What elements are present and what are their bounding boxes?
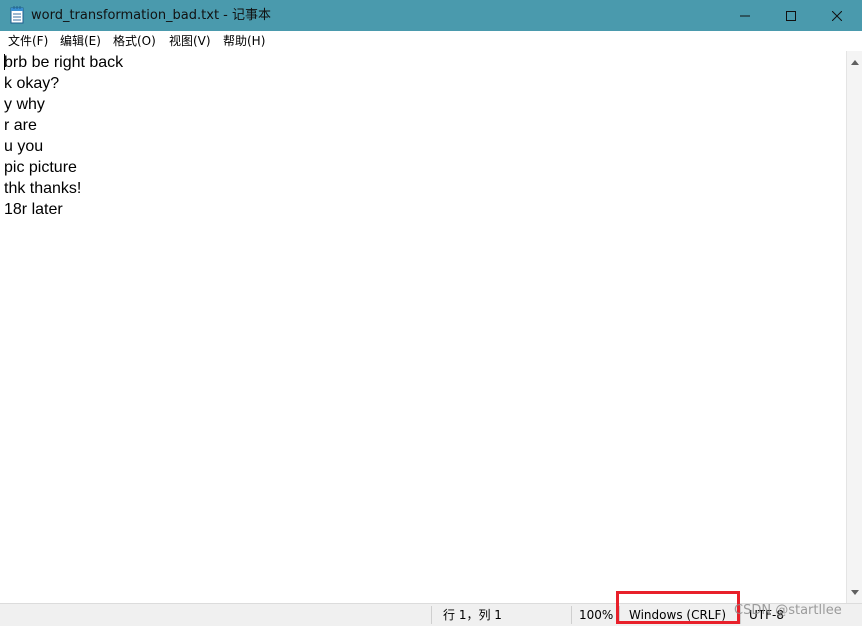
text-line: y why bbox=[4, 96, 45, 113]
line-ending-highlight bbox=[616, 591, 740, 624]
menu-view[interactable]: 视图(V) bbox=[169, 31, 211, 51]
text-line: k okay? bbox=[4, 75, 60, 92]
text-line: r are bbox=[4, 117, 37, 134]
text-editor[interactable]: brb be right back k okay? y why r are u … bbox=[0, 51, 846, 603]
text-caret bbox=[4, 54, 5, 70]
menu-format[interactable]: 格式(O) bbox=[113, 31, 156, 51]
window-title: word_transformation_bad.txt - 记事本 bbox=[31, 8, 271, 23]
text-line: pic picture bbox=[4, 159, 77, 176]
menu-edit[interactable]: 编辑(E) bbox=[60, 31, 101, 51]
scroll-down-icon bbox=[851, 589, 859, 595]
status-divider bbox=[571, 606, 572, 624]
menu-help[interactable]: 帮助(H) bbox=[223, 31, 265, 51]
menu-file[interactable]: 文件(F) bbox=[8, 31, 48, 51]
text-line: u you bbox=[4, 138, 44, 155]
title-bar[interactable]: word_transformation_bad.txt - 记事本 bbox=[0, 0, 862, 31]
notepad-icon bbox=[10, 6, 24, 24]
menu-bar: 文件(F) 编辑(E) 格式(O) 视图(V) 帮助(H) bbox=[0, 31, 862, 51]
zoom-level: 100% bbox=[579, 608, 614, 622]
watermark: CSDN @startllee bbox=[734, 603, 842, 618]
scroll-up-icon bbox=[851, 59, 859, 65]
maximize-icon bbox=[786, 10, 796, 21]
close-button[interactable] bbox=[814, 0, 860, 31]
notepad-window: word_transformation_bad.txt - 记事本 文件(F) … bbox=[0, 0, 862, 626]
scroll-down-button[interactable] bbox=[847, 584, 862, 600]
minimize-button[interactable] bbox=[722, 0, 768, 31]
maximize-button[interactable] bbox=[768, 0, 814, 31]
text-line: thk thanks! bbox=[4, 180, 82, 197]
text-line: brb be right back bbox=[4, 54, 124, 71]
text-line: 18r later bbox=[4, 201, 63, 218]
minimize-icon bbox=[740, 15, 750, 16]
vertical-scrollbar[interactable] bbox=[846, 51, 862, 603]
cursor-position: 行 1，列 1 bbox=[443, 608, 502, 622]
status-divider bbox=[431, 606, 432, 624]
close-icon bbox=[832, 10, 842, 21]
scroll-up-button[interactable] bbox=[847, 54, 862, 70]
